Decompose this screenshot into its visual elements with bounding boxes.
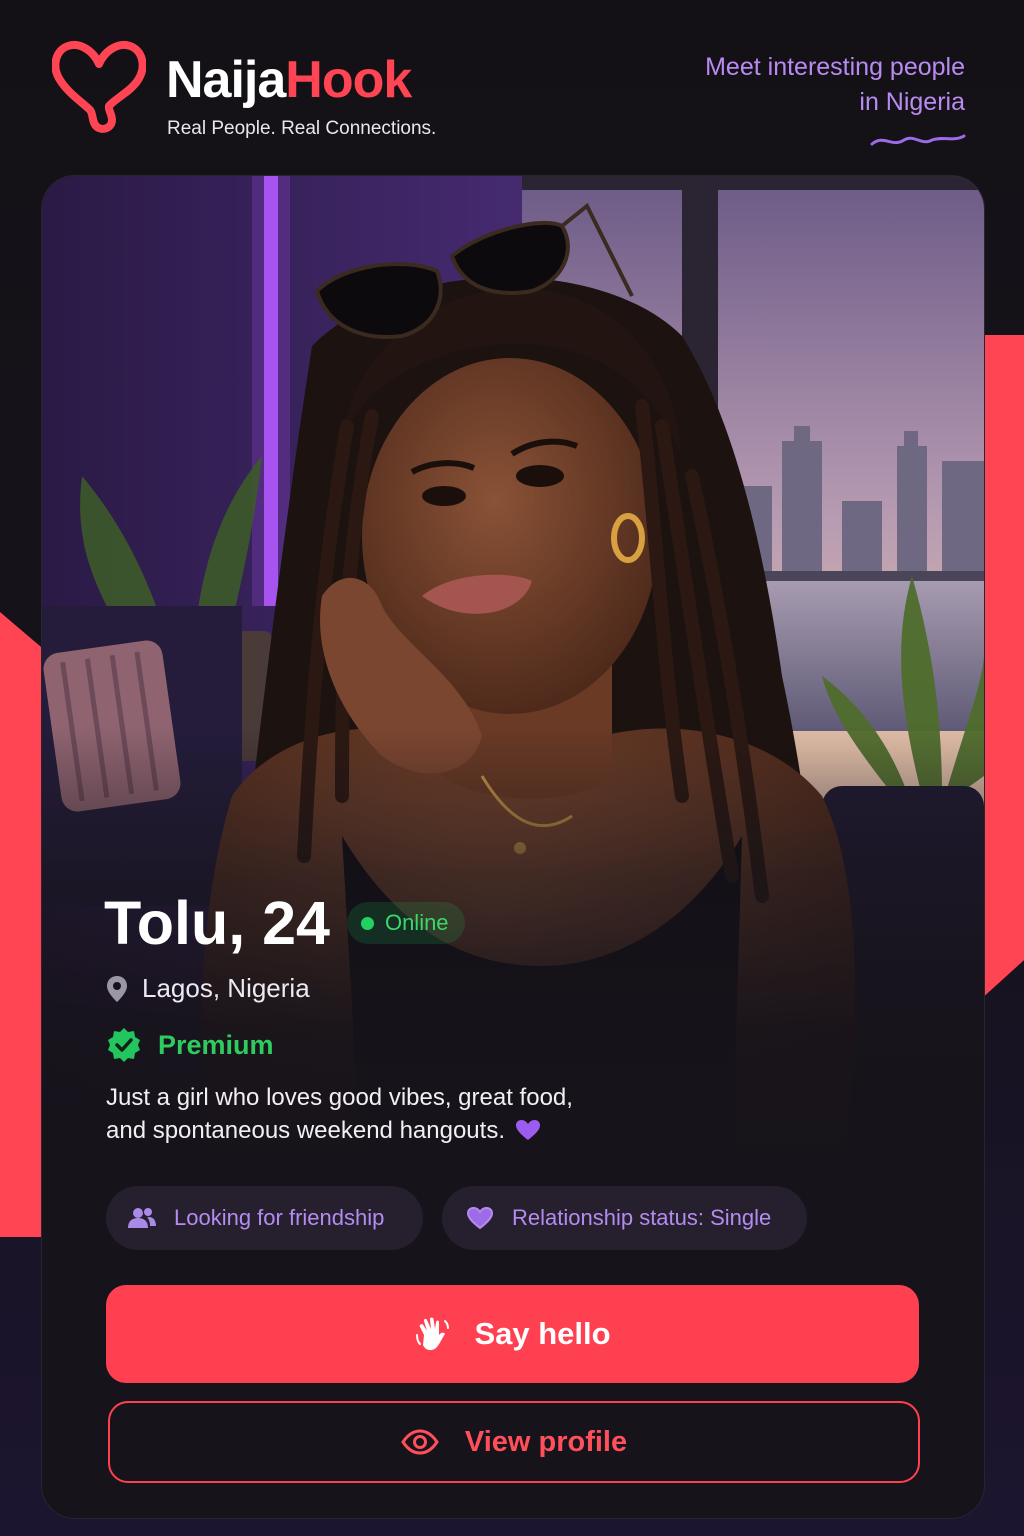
decorative-stripe-left (0, 612, 44, 1237)
profile-name-age: Tolu, 24 (104, 889, 330, 957)
profile-bio: Just a girl who loves good vibes, great … (106, 1081, 666, 1147)
brand-name-part2: Hook (285, 51, 412, 109)
view-profile-label: View profile (464, 1425, 628, 1458)
online-dot-icon (360, 916, 374, 930)
location-label: Lagos, Nigeria (142, 973, 310, 1003)
squiggle-decoration (870, 134, 966, 146)
heart-icon (466, 1206, 494, 1230)
say-hello-label: Say hello (474, 1316, 611, 1351)
users-icon (128, 1208, 156, 1228)
purple-heart-icon (516, 1120, 540, 1140)
location-pin-icon (107, 975, 127, 1002)
decorative-stripe-right (980, 335, 1024, 1000)
say-hello-button[interactable]: Say hello (106, 1285, 919, 1383)
waving-hand-icon (416, 1317, 450, 1351)
bio-line-1: Just a girl who loves good vibes, great … (106, 1084, 573, 1111)
promo-line-2: in Nigeria (859, 88, 965, 116)
location-row: Lagos, Nigeria (106, 973, 310, 1004)
brand-name: NaijaHook (166, 51, 412, 109)
promo-text: Meet interesting people in Nigeria (645, 50, 965, 120)
profile-photo (42, 176, 984, 1176)
brand-tagline: Real People. Real Connections. (167, 118, 437, 139)
bio-line-2: and spontaneous weekend hangouts. (106, 1117, 505, 1144)
heart-logo-icon (52, 41, 146, 133)
tag-relationship-status-label: Relationship status: Single (512, 1205, 772, 1230)
view-profile-button[interactable]: View profile (108, 1401, 920, 1483)
tag-relationship-status[interactable]: Relationship status: Single (442, 1186, 807, 1250)
eye-icon (401, 1429, 439, 1455)
online-status-label: Online (384, 910, 449, 935)
brand-name-part1: Naija (166, 51, 286, 109)
profile-card[interactable]: Tolu, 24 Online Lagos, Nigeria Premium J… (41, 175, 985, 1519)
promo-line-1: Meet interesting people (705, 53, 965, 81)
tag-looking-for[interactable]: Looking for friendship (106, 1186, 423, 1250)
tag-looking-for-label: Looking for friendship (174, 1205, 385, 1230)
premium-badge: Premium (106, 1027, 274, 1063)
name-row: Tolu, 24 Online (104, 888, 465, 958)
premium-label: Premium (158, 1029, 274, 1060)
verified-badge-icon (108, 1028, 140, 1062)
online-status-badge: Online (346, 902, 465, 944)
